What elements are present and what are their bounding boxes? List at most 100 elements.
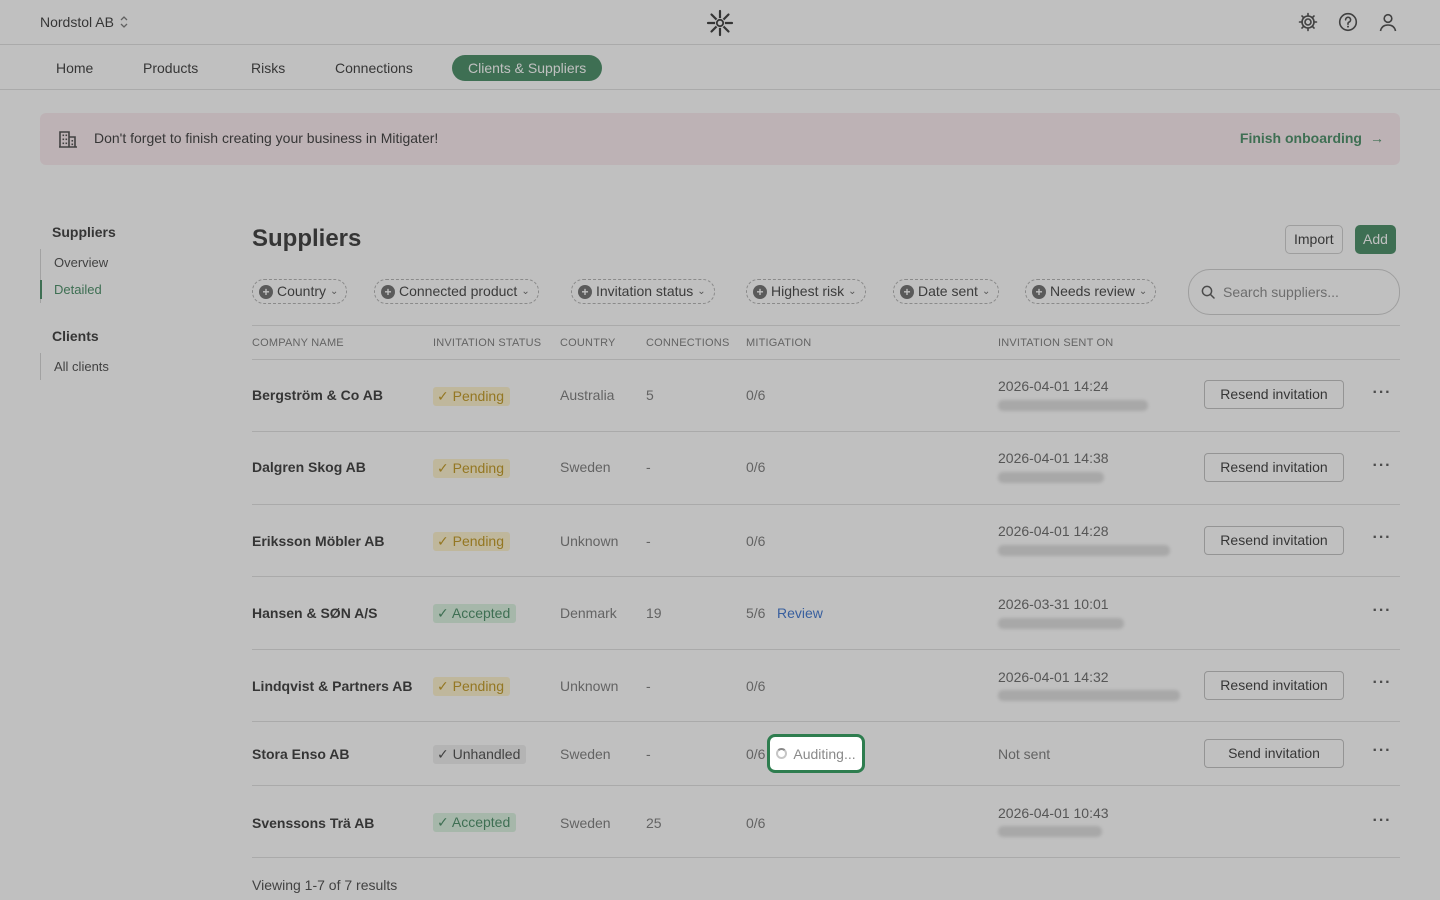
gear-icon[interactable] xyxy=(1296,10,1320,34)
check-icon: ✓ xyxy=(437,388,449,404)
onboarding-banner: Don't forget to finish creating your bus… xyxy=(40,113,1400,165)
more-options-icon[interactable]: ··· xyxy=(1372,742,1392,760)
filter-invitation-status[interactable]: + Invitation status ⌄ xyxy=(571,279,715,304)
status-label: Pending xyxy=(452,678,505,694)
search-input[interactable] xyxy=(1223,284,1393,300)
tab-home[interactable]: Home xyxy=(40,55,109,81)
tab-connections[interactable]: Connections xyxy=(319,55,429,81)
status-label: Pending xyxy=(452,388,505,404)
filter-label: Date sent xyxy=(918,283,978,299)
pagination-summary: Viewing 1-7 of 7 results xyxy=(252,877,398,893)
connections: - xyxy=(646,533,651,549)
company-name[interactable]: Eriksson Möbler AB xyxy=(252,533,385,549)
sidebar-item-detailed[interactable]: Detailed xyxy=(39,276,108,303)
chevron-down-icon: ⌄ xyxy=(521,286,530,297)
col-invitation-status[interactable]: INVITATION STATUS xyxy=(433,337,541,349)
company-name[interactable]: Svenssons Trä AB xyxy=(252,815,374,831)
filter-connected-product[interactable]: + Connected product ⌄ xyxy=(374,279,539,304)
redacted-email xyxy=(998,826,1102,837)
status-label: Accepted xyxy=(451,605,511,621)
company-name[interactable]: Bergström & Co AB xyxy=(252,387,383,403)
more-options-icon[interactable]: ··· xyxy=(1372,529,1392,547)
col-company-name[interactable]: COMPANY NAME xyxy=(252,337,344,349)
status-badge: ✓ Pending xyxy=(433,677,511,696)
plus-circle-icon: + xyxy=(753,284,767,299)
col-invitation-sent-on[interactable]: INVITATION SENT ON xyxy=(998,337,1113,349)
more-options-icon[interactable]: ··· xyxy=(1372,812,1392,830)
more-options-icon[interactable]: ··· xyxy=(1372,674,1392,692)
connections: - xyxy=(646,746,651,762)
connections: 25 xyxy=(646,815,662,831)
table-row: Hansen & SØN A/S ✓ Accepted Denmark 19 5… xyxy=(252,577,1400,650)
plus-circle-icon: + xyxy=(381,284,395,299)
tab-clients-suppliers[interactable]: Clients & Suppliers xyxy=(452,55,603,81)
more-options-icon[interactable]: ··· xyxy=(1372,457,1392,475)
auditing-label: Auditing... xyxy=(793,745,856,762)
redacted-email xyxy=(998,545,1170,556)
chevron-down-icon: ⌄ xyxy=(981,286,991,297)
status-badge: ✓ Accepted xyxy=(433,813,517,832)
review-link[interactable]: Review xyxy=(777,605,823,621)
sent-date: 2026-03-31 10:01 xyxy=(998,596,1109,612)
page-title: Suppliers xyxy=(252,225,362,252)
check-icon: ✓ xyxy=(437,746,449,762)
sidebar-heading-clients: Clients xyxy=(52,328,99,344)
mitigation: 0/6 xyxy=(746,387,766,403)
finish-onboarding-label: Finish onboarding xyxy=(1239,130,1362,146)
redacted-email xyxy=(998,618,1124,629)
filter-date-sent[interactable]: + Date sent ⌄ xyxy=(893,279,1000,304)
plus-circle-icon: + xyxy=(259,284,273,299)
import-button[interactable]: Import xyxy=(1285,225,1343,254)
resend-invitation-button[interactable]: Resend invitation xyxy=(1204,380,1344,409)
mitigation: 0/6 xyxy=(746,746,766,762)
tab-products[interactable]: Products xyxy=(127,55,214,81)
sent-date: 2026-04-01 14:28 xyxy=(998,523,1109,539)
main-nav: Home Products Risks Connections Clients … xyxy=(0,45,1440,90)
resend-invitation-button[interactable]: Resend invitation xyxy=(1204,453,1344,482)
chevron-down-icon: ⌄ xyxy=(848,286,857,297)
col-connections[interactable]: CONNECTIONS xyxy=(646,337,729,349)
auditing-status-chip[interactable]: Auditing... xyxy=(767,734,865,773)
country: Sweden xyxy=(560,815,611,831)
sidebar-clients-group: All clients xyxy=(40,353,109,380)
check-icon: ✓ xyxy=(437,533,449,549)
plus-circle-icon: + xyxy=(900,284,914,299)
user-icon[interactable] xyxy=(1376,10,1400,34)
check-icon: ✓ xyxy=(437,678,449,694)
more-options-icon[interactable]: ··· xyxy=(1372,602,1392,620)
redacted-email xyxy=(998,690,1180,701)
filter-label: Connected product xyxy=(399,283,518,299)
col-mitigation[interactable]: MITIGATION xyxy=(746,337,811,349)
sidebar-item-all-clients[interactable]: All clients xyxy=(41,353,109,380)
org-switcher[interactable]: Nordstol AB xyxy=(40,14,128,30)
country: Sweden xyxy=(560,746,611,762)
help-icon[interactable] xyxy=(1336,10,1360,34)
table-row: Bergström & Co AB ✓ Pending Australia 5 … xyxy=(252,360,1400,432)
tab-risks[interactable]: Risks xyxy=(235,55,301,81)
sent-date: 2026-04-01 14:24 xyxy=(998,378,1109,394)
add-button[interactable]: Add xyxy=(1355,225,1396,254)
country: Unknown xyxy=(560,533,619,549)
filter-label: Country xyxy=(277,283,327,299)
arrow-right-icon: → xyxy=(1370,130,1384,146)
resend-invitation-button[interactable]: Resend invitation xyxy=(1204,526,1344,555)
company-name[interactable]: Stora Enso AB xyxy=(252,746,350,762)
chevron-down-icon: ⌄ xyxy=(697,286,706,297)
banner-text: Don't forget to finish creating your bus… xyxy=(94,130,439,146)
app-logo-icon[interactable] xyxy=(706,9,734,37)
status-badge: ✓ Pending xyxy=(433,459,511,478)
filter-highest-risk[interactable]: + Highest risk ⌄ xyxy=(746,279,866,304)
send-invitation-button[interactable]: Send invitation xyxy=(1204,739,1344,768)
filter-country[interactable]: + Country ⌄ xyxy=(252,279,348,304)
resend-invitation-button[interactable]: Resend invitation xyxy=(1204,671,1344,700)
finish-onboarding-link[interactable]: Finish onboarding → xyxy=(1240,130,1384,146)
company-name[interactable]: Hansen & SØN A/S xyxy=(252,605,378,621)
more-options-icon[interactable]: ··· xyxy=(1372,384,1392,402)
filter-label: Needs review xyxy=(1050,283,1135,299)
company-name[interactable]: Lindqvist & Partners AB xyxy=(252,678,413,694)
sidebar-item-overview[interactable]: Overview xyxy=(41,249,108,276)
col-country[interactable]: COUNTRY xyxy=(560,337,616,349)
connections: 5 xyxy=(646,387,654,403)
filter-needs-review[interactable]: + Needs review ⌄ xyxy=(1025,279,1157,304)
company-name[interactable]: Dalgren Skog AB xyxy=(252,459,366,475)
